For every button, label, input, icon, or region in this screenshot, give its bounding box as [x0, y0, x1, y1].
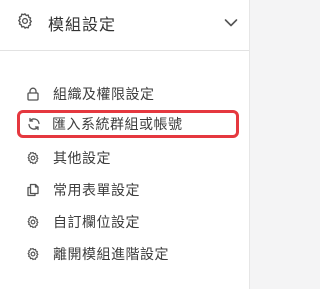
- menu-item-label: 離開模組進階設定: [53, 247, 169, 263]
- menu-item-label: 自訂欄位設定: [53, 215, 140, 231]
- chevron-down-icon[interactable]: [224, 18, 238, 28]
- module-settings-header[interactable]: 模組設定: [0, 0, 250, 50]
- module-settings-panel: 模組設定 組織及權限設定 匯入系統群組或帳號 其他設定 常用表單設定 自訂欄位設…: [0, 0, 250, 289]
- gear-icon: [27, 151, 39, 165]
- sync-icon: [28, 117, 40, 131]
- menu-item-label: 常用表單設定: [53, 183, 140, 199]
- document-copy-icon: [27, 183, 39, 197]
- lock-icon: [27, 87, 39, 101]
- header-divider: [0, 50, 250, 51]
- menu-item-common-forms[interactable]: 常用表單設定: [22, 177, 232, 203]
- menu-item-organization-permissions[interactable]: 組織及權限設定: [22, 81, 232, 107]
- gear-icon: [27, 247, 39, 261]
- menu-item-custom-fields[interactable]: 自訂欄位設定: [22, 209, 232, 235]
- gear-icon: [18, 13, 32, 29]
- menu-item-label: 其他設定: [53, 151, 111, 167]
- gear-icon: [27, 215, 39, 229]
- menu-item-label: 匯入系統群組或帳號: [52, 117, 183, 133]
- menu-item-label: 組織及權限設定: [53, 87, 155, 103]
- menu-item-exit-advanced-settings[interactable]: 離開模組進階設定: [22, 241, 232, 267]
- menu-item-other-settings[interactable]: 其他設定: [22, 145, 232, 171]
- menu-item-import-groups-accounts[interactable]: 匯入系統群組或帳號: [17, 110, 239, 138]
- page-title: 模組設定: [48, 15, 117, 34]
